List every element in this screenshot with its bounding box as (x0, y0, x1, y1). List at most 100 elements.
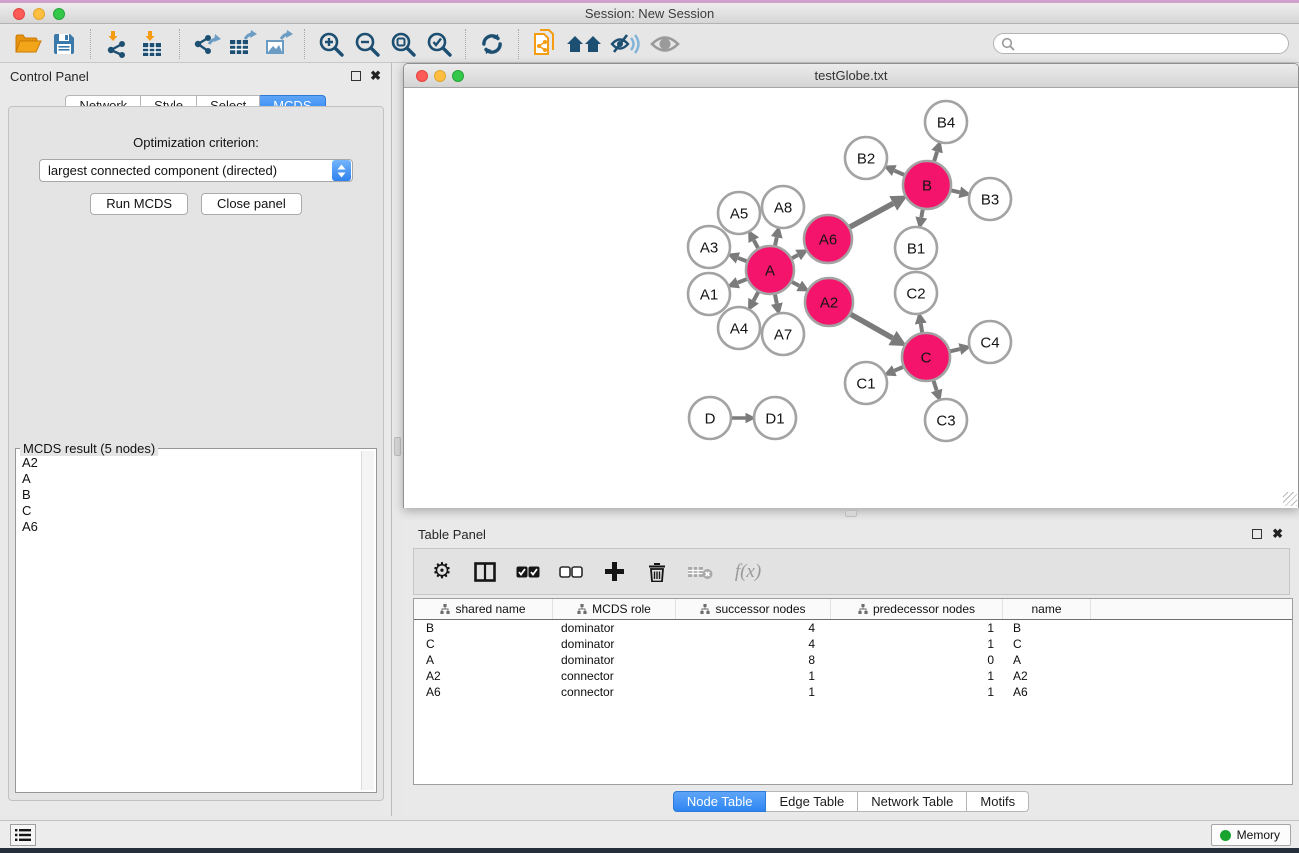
node-table: shared nameMCDS rolesuccessor nodesprede… (413, 598, 1293, 785)
table-row[interactable]: Adominator80A (414, 652, 1292, 668)
attribute-tree-icon (858, 604, 868, 614)
export-image-button[interactable] (260, 28, 296, 60)
close-panel-icon[interactable]: ✖ (370, 68, 381, 84)
show-all-networks-button[interactable] (563, 28, 605, 60)
graph-node-C1[interactable]: C1 (845, 362, 887, 404)
column-header-name[interactable]: name (1003, 599, 1091, 619)
tab-motifs[interactable]: Motifs (967, 791, 1029, 812)
table-row[interactable]: Bdominator41B (414, 620, 1292, 636)
mcds-result-item[interactable]: C (18, 503, 358, 519)
graph-node-B[interactable]: B (903, 161, 951, 209)
add-column-button[interactable] (601, 559, 627, 585)
mcds-result-item[interactable]: A (18, 471, 358, 487)
export-table-button[interactable] (224, 28, 260, 60)
table-cell: B (414, 620, 553, 636)
mcds-result-item[interactable]: A2 (18, 455, 358, 471)
zoom-fit-button[interactable] (385, 28, 421, 60)
refresh-button[interactable] (474, 28, 510, 60)
graph-node-A7[interactable]: A7 (762, 313, 804, 355)
network-window-title: testGlobe.txt (404, 68, 1298, 83)
run-mcds-button[interactable]: Run MCDS (90, 193, 188, 215)
float-panel-icon[interactable] (351, 71, 361, 81)
graph-node-A2[interactable]: A2 (805, 278, 853, 326)
mcds-result-item[interactable]: A6 (18, 519, 358, 535)
table-row[interactable]: Cdominator41C (414, 636, 1292, 652)
network-window-titlebar[interactable]: testGlobe.txt (404, 64, 1298, 88)
export-table-icon (227, 30, 257, 58)
column-header-shared-name[interactable]: shared name (414, 599, 553, 619)
task-history-button[interactable] (10, 824, 36, 846)
column-header-successor-nodes[interactable]: successor nodes (676, 599, 831, 619)
vertical-splitter-grip[interactable] (394, 437, 401, 456)
import-network-button[interactable] (99, 28, 135, 60)
graph-edge-A2-C[interactable] (848, 313, 892, 338)
delete-column-button[interactable] (644, 559, 670, 585)
tab-node-table[interactable]: Node Table (673, 791, 767, 812)
table-row[interactable]: A2connector11A2 (414, 668, 1292, 684)
search-input[interactable] (1015, 35, 1288, 52)
close-panel-button[interactable]: Close panel (201, 193, 302, 215)
zoom-selected-button[interactable] (421, 28, 457, 60)
save-session-button[interactable] (46, 28, 82, 60)
select-all-button[interactable] (515, 559, 541, 585)
graph-node-A6[interactable]: A6 (804, 215, 852, 263)
graph-node-C4[interactable]: C4 (969, 321, 1011, 363)
delete-table-button[interactable] (687, 559, 713, 585)
graph-node-B1[interactable]: B1 (895, 227, 937, 269)
column-header-predecessor-nodes[interactable]: predecessor nodes (831, 599, 1003, 619)
float-table-panel-icon[interactable] (1252, 529, 1262, 539)
import-table-button[interactable] (135, 28, 171, 60)
graph-node-D[interactable]: D (689, 397, 731, 439)
memory-button[interactable]: Memory (1211, 824, 1291, 846)
graph-node-A1[interactable]: A1 (688, 273, 730, 315)
zoom-in-button[interactable] (313, 28, 349, 60)
show-selected-button[interactable] (647, 28, 683, 60)
graph-node-label: A6 (819, 231, 837, 248)
open-file-button[interactable] (10, 28, 46, 60)
graph-node-label: A8 (774, 199, 792, 216)
show-columns-button[interactable] (472, 559, 498, 585)
horizontal-splitter-grip[interactable] (845, 510, 857, 517)
graph-node-A3[interactable]: A3 (688, 226, 730, 268)
graph-node-A4[interactable]: A4 (718, 307, 760, 349)
network-canvas[interactable]: B4 B2 B B3 A8 A5 A6 A3 B1 A A1 C2 A2 A4A7 C4 C C1 D D1 C3 (404, 89, 1298, 508)
deselect-all-button[interactable] (558, 559, 584, 585)
graph-node-C3[interactable]: C3 (925, 399, 967, 441)
hide-selected-button[interactable] (605, 28, 647, 60)
optimization-criterion-select[interactable]: largest connected component (directed) (39, 159, 353, 182)
graph-node-A[interactable]: A (746, 246, 794, 294)
tab-edge-table[interactable]: Edge Table (766, 791, 858, 812)
export-network-button[interactable] (188, 28, 224, 60)
mcds-result-scrollbar[interactable] (361, 451, 374, 790)
search-field[interactable] (993, 33, 1289, 54)
graph-node-B4[interactable]: B4 (925, 101, 967, 143)
column-header-filler (1091, 599, 1292, 619)
window-resize-grip[interactable] (1283, 492, 1297, 506)
table-settings-button[interactable]: ⚙ (429, 559, 455, 585)
attribute-tree-icon (577, 604, 587, 614)
function-builder-button[interactable]: f(x) (730, 559, 766, 585)
toolbar-separator (465, 29, 466, 59)
close-table-panel-icon[interactable]: ✖ (1272, 526, 1283, 542)
graph-node-B3[interactable]: B3 (969, 178, 1011, 220)
tab-network-table[interactable]: Network Table (858, 791, 967, 812)
zoom-out-button[interactable] (349, 28, 385, 60)
graph-node-B2[interactable]: B2 (845, 137, 887, 179)
graph-node-label: B (922, 177, 932, 194)
mcds-result-title: MCDS result (5 nodes) (20, 441, 158, 456)
mcds-result-item[interactable]: B (18, 487, 358, 503)
table-cell: A2 (1003, 668, 1091, 684)
new-network-from-selection-button[interactable] (527, 28, 563, 60)
graph-node-A5[interactable]: A5 (718, 192, 760, 234)
table-cell: A (1003, 652, 1091, 668)
graph-node-A8[interactable]: A8 (762, 186, 804, 228)
network-view-window: testGlobe.txt B4 B2 B B3 A8 A5 A6 A3 B1 A A1 C2 A2 A4… (403, 63, 1299, 508)
graph-node-C[interactable]: C (902, 333, 950, 381)
table-cell: 1 (676, 684, 831, 700)
table-row[interactable]: A6connector11A6 (414, 684, 1292, 700)
graph-node-C2[interactable]: C2 (895, 272, 937, 314)
column-header-MCDS-role[interactable]: MCDS role (553, 599, 676, 619)
graph-node-D1[interactable]: D1 (754, 397, 796, 439)
import-table-icon (139, 30, 167, 58)
graph-edge-A6-B[interactable] (847, 203, 893, 228)
